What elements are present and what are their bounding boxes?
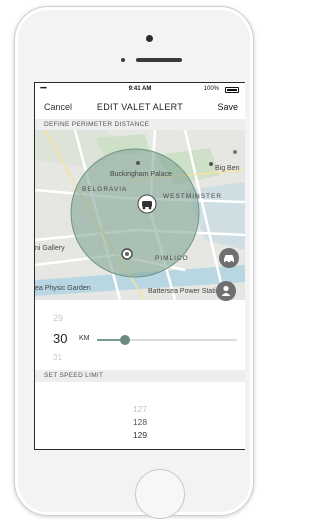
save-button[interactable]: Save [217, 102, 238, 112]
map-label-big-ben: Big Ben [215, 165, 240, 172]
car-fab-button[interactable] [219, 248, 239, 268]
person-icon [221, 285, 231, 296]
home-button[interactable] [135, 469, 185, 519]
front-camera [146, 35, 153, 42]
speed-option[interactable]: 128 [35, 417, 245, 427]
distance-slider-thumb[interactable] [120, 335, 130, 345]
battery-percent: 100% [203, 86, 219, 92]
distance-value: 30 [53, 331, 68, 346]
front-sensor [121, 58, 125, 62]
car-icon [224, 255, 234, 264]
app-screen: •••• 9:41 AM 100% Cancel EDIT VALET ALER… [34, 82, 245, 450]
person-fab-button[interactable] [216, 281, 236, 301]
speed-picker[interactable]: 127 128 129 [35, 385, 245, 449]
map-label-gallery: ni Gallery [35, 245, 65, 252]
page-title: EDIT VALET ALERT [96, 102, 184, 112]
map-label-belgravia: BELGRAVIA [82, 186, 127, 193]
map-label-pimlico: PIMLICO [155, 255, 189, 262]
distance-picker[interactable]: 29 30 KM 31 [35, 301, 245, 371]
navigation-bar: Cancel EDIT VALET ALERT Save [35, 99, 245, 117]
map-canvas: Buckingham Palace Big Ben BELGRAVIA WEST… [35, 129, 245, 301]
status-bar: •••• 9:41 AM 100% [35, 83, 245, 95]
map-label-westminster: WESTMINSTER [163, 193, 222, 200]
map-label-physic-garden: ea Physic Garden [35, 285, 91, 292]
map-label-buckingham: Buckingham Palace [110, 171, 172, 178]
distance-next-value: 31 [53, 353, 62, 362]
map-label-battersea: Battersea Power Station [148, 288, 224, 295]
battery-icon [225, 87, 239, 93]
speed-section-header: SET SPEED LIMIT [35, 370, 245, 382]
distance-unit: KM [79, 335, 90, 342]
distance-prev-value: 29 [53, 313, 64, 323]
speed-option[interactable]: 127 [35, 404, 245, 414]
perimeter-map[interactable]: Buckingham Palace Big Ben BELGRAVIA WEST… [35, 129, 245, 301]
speed-option[interactable]: 129 [35, 430, 245, 440]
earpiece-speaker [136, 58, 182, 62]
